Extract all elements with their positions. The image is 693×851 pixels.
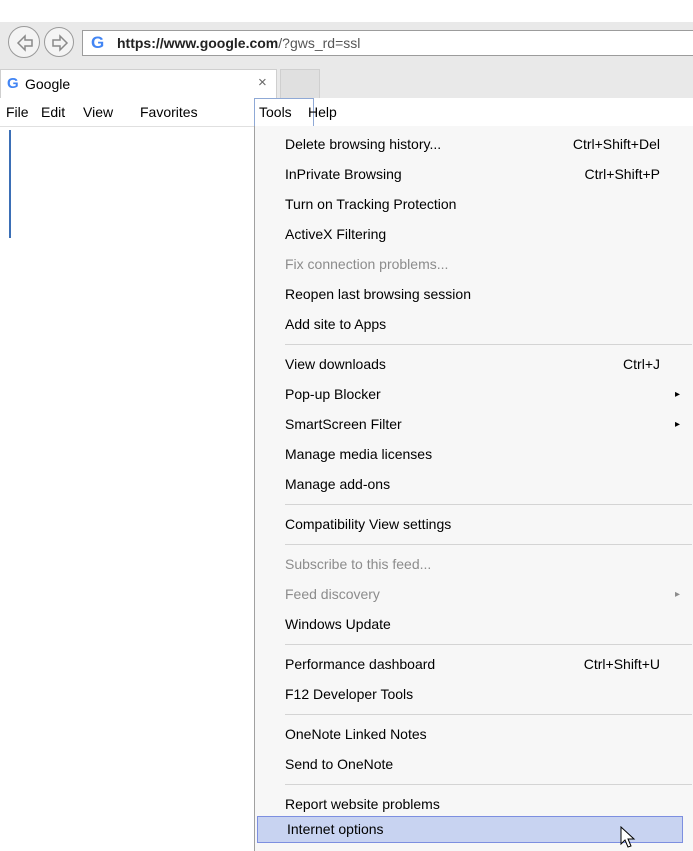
menu-item-label: Manage media licenses <box>285 446 433 462</box>
url-protocol: https:// <box>117 35 164 51</box>
menu-item-add-site-to-apps[interactable]: Add site to Apps <box>285 310 680 339</box>
submenu-arrow-icon: ▸ <box>674 389 680 400</box>
menu-item-manage-media-licenses[interactable]: Manage media licenses <box>285 440 680 469</box>
menu-separator <box>285 714 692 715</box>
tab-row: G Google × <box>0 64 693 98</box>
menu-item-label: InPrivate Browsing <box>285 166 402 182</box>
menu-item-reopen-last-session[interactable]: Reopen last browsing session <box>285 280 680 309</box>
shortcut-label: Ctrl+Shift+P <box>584 166 660 182</box>
forward-button[interactable] <box>44 27 74 57</box>
menu-item-feed-discovery: Feed discovery ▸ <box>285 580 680 609</box>
menu-help[interactable]: Help <box>308 104 337 120</box>
menu-item-f12-developer-tools[interactable]: F12 Developer Tools <box>285 680 680 709</box>
back-button[interactable] <box>8 26 40 58</box>
tab-google[interactable]: G Google × <box>0 69 277 98</box>
menu-item-label: Internet options <box>287 821 384 837</box>
menu-favorites[interactable]: Favorites <box>140 104 198 120</box>
submenu-arrow-icon: ▸ <box>674 419 680 430</box>
menu-item-label: Subscribe to this feed... <box>285 556 432 572</box>
menu-item-onenote-linked-notes[interactable]: OneNote Linked Notes <box>285 720 680 749</box>
menu-item-tracking-protection[interactable]: Turn on Tracking Protection <box>285 190 680 219</box>
mouse-pointer-icon <box>620 826 636 848</box>
url-path: /?gws_rd=ssl <box>278 35 361 51</box>
menu-item-label: Turn on Tracking Protection <box>285 196 457 212</box>
title-strip <box>0 0 693 22</box>
menu-separator <box>285 344 692 345</box>
menu-item-windows-update[interactable]: Windows Update <box>285 610 680 639</box>
address-bar[interactable]: G https://www.google.com/?gws_rd=ssl <box>82 30 693 56</box>
menu-item-report-website-problems[interactable]: Report website problems <box>285 790 680 819</box>
menu-item-label: SmartScreen Filter <box>285 416 402 432</box>
menu-item-label: Delete browsing history... <box>285 136 442 152</box>
tab-title: Google <box>25 76 71 92</box>
menu-item-label: Performance dashboard <box>285 656 436 672</box>
menu-item-label: Feed discovery <box>285 586 380 602</box>
menu-item-view-downloads[interactable]: View downloads Ctrl+J <box>285 350 680 379</box>
menu-item-popup-blocker[interactable]: Pop-up Blocker ▸ <box>285 380 680 409</box>
menu-separator <box>285 504 692 505</box>
menu-item-label: Reopen last browsing session <box>285 286 471 302</box>
menu-separator <box>285 644 692 645</box>
menu-item-inprivate-browsing[interactable]: InPrivate Browsing Ctrl+Shift+P <box>285 160 680 189</box>
menu-item-label: Add site to Apps <box>285 316 387 332</box>
menu-tools[interactable]: Tools <box>259 104 292 120</box>
menu-item-label: Manage add-ons <box>285 476 391 492</box>
menu-separator <box>285 544 692 545</box>
url-text[interactable]: https://www.google.com/?gws_rd=ssl <box>117 35 360 51</box>
page-content-edge <box>9 130 11 238</box>
menu-item-delete-browsing-history[interactable]: Delete browsing history... Ctrl+Shift+Del <box>285 130 680 159</box>
menu-item-label: Pop-up Blocker <box>285 386 381 402</box>
menu-item-label: Report website problems <box>285 796 440 812</box>
shortcut-label: Ctrl+Shift+U <box>583 656 660 672</box>
menu-item-smartscreen-filter[interactable]: SmartScreen Filter ▸ <box>285 410 680 439</box>
google-favicon-icon: G <box>7 75 19 92</box>
submenu-arrow-icon: ▸ <box>674 589 680 600</box>
tools-dropdown-menu: Delete browsing history... Ctrl+Shift+Del… <box>254 126 693 851</box>
close-tab-icon[interactable]: × <box>258 74 267 91</box>
menu-item-subscribe-to-feed: Subscribe to this feed... <box>285 550 680 579</box>
menu-separator <box>285 784 692 785</box>
menu-item-compatibility-view-settings[interactable]: Compatibility View settings <box>285 510 680 539</box>
back-arrow-icon <box>16 34 33 52</box>
menu-item-label: Windows Update <box>285 616 391 632</box>
shortcut-label: Ctrl+Shift+Del <box>572 136 660 152</box>
menu-item-label: ActiveX Filtering <box>285 226 387 242</box>
menu-item-label: OneNote Linked Notes <box>285 726 427 742</box>
menu-edit[interactable]: Edit <box>41 104 65 120</box>
menu-item-label: Fix connection problems... <box>285 256 449 272</box>
google-favicon-icon: G <box>91 33 105 52</box>
forward-arrow-icon <box>52 34 69 52</box>
url-host: www.google.com <box>163 35 279 51</box>
menu-view[interactable]: View <box>83 104 113 120</box>
menu-item-manage-add-ons[interactable]: Manage add-ons <box>285 470 680 499</box>
menu-item-label: Send to OneNote <box>285 756 394 772</box>
menu-file[interactable]: File <box>6 104 29 120</box>
menu-item-performance-dashboard[interactable]: Performance dashboard Ctrl+Shift+U <box>285 650 680 679</box>
navigation-bar: G https://www.google.com/?gws_rd=ssl <box>0 22 693 64</box>
menu-item-label: Compatibility View settings <box>285 516 452 532</box>
menu-item-send-to-onenote[interactable]: Send to OneNote <box>285 750 680 779</box>
menu-bar: File Edit View Favorites Tools Help <box>0 98 693 127</box>
menu-item-label: View downloads <box>285 356 386 372</box>
new-tab-button[interactable] <box>280 69 320 98</box>
shortcut-label: Ctrl+J <box>623 356 660 372</box>
menu-item-fix-connection-problems: Fix connection problems... <box>285 250 680 279</box>
menu-item-label: F12 Developer Tools <box>285 686 414 702</box>
menu-item-activex-filtering[interactable]: ActiveX Filtering <box>285 220 680 249</box>
